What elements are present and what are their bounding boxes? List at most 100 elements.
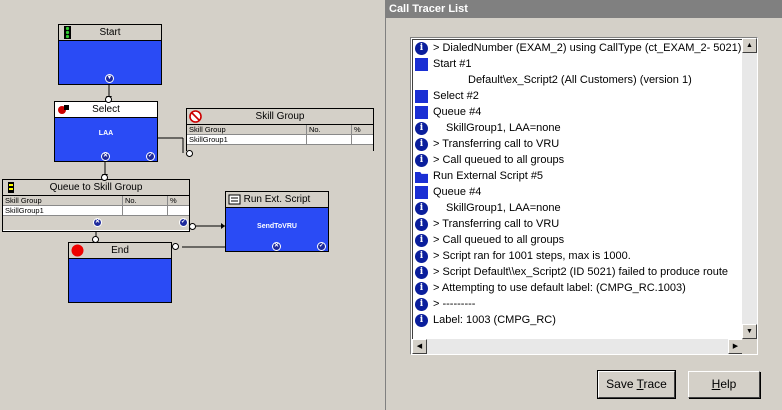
list-item[interactable]: i > DialedNumber (EXAM_2) using CallType … xyxy=(413,40,743,56)
list-item[interactable]: i > Transferring call to VRU xyxy=(413,216,743,232)
info-icon: i xyxy=(415,314,428,327)
connector-port[interactable] xyxy=(101,174,108,181)
stop-icon xyxy=(71,244,84,257)
list-item[interactable]: i > Attempting to use default label: (CMP… xyxy=(413,280,743,296)
skill-group-node[interactable]: Skill Group Skill Group No.% SkillGroup1 xyxy=(186,108,374,155)
end-node[interactable]: End xyxy=(68,242,172,303)
vertical-scrollbar[interactable]: ▲ ▼ xyxy=(742,38,757,339)
help-button[interactable]: Help xyxy=(688,371,760,398)
end-node-title: End xyxy=(111,245,129,256)
queue-to-skill-group-node[interactable]: Queue to Skill Group Skill Group No.% Ski… xyxy=(2,179,190,232)
col-percent: % xyxy=(170,196,177,205)
list-item-text: Label: 1003 (CMPG_RC) xyxy=(433,314,556,326)
list-item-text: > Script Default\\ex_Script2 (ID 5021) f… xyxy=(433,266,729,278)
list-item-text: SkillGroup1, LAA=none xyxy=(446,122,561,134)
list-item[interactable]: i > Script ran for 1001 steps, max is 100… xyxy=(413,248,743,264)
connector-port[interactable] xyxy=(189,223,196,230)
list-item-text: Start #1 xyxy=(433,58,472,70)
list-item[interactable]: i > --------- xyxy=(413,296,743,312)
scroll-corner xyxy=(742,339,757,354)
start-node-title: Start xyxy=(99,27,121,38)
script-canvas[interactable]: Start ▼ Select LAA ✕ ✓ Skill Group Skill… xyxy=(0,0,385,410)
info-icon: i xyxy=(415,42,428,55)
list-item[interactable]: Start #1 xyxy=(413,56,743,72)
scroll-down-button[interactable]: ▼ xyxy=(742,324,757,339)
list-item[interactable]: i > Script Default\\ex_Script2 (ID 5021) … xyxy=(413,264,743,280)
list-item[interactable]: Queue #4 xyxy=(413,104,743,120)
connector-port[interactable] xyxy=(105,96,112,103)
list-item[interactable]: Default\ex_Script2 (All Customers) (vers… xyxy=(413,72,743,88)
col-no: No. xyxy=(307,125,352,135)
table-row[interactable]: SkillGroup1 xyxy=(3,206,189,216)
horizontal-scrollbar[interactable]: ◀ ▶ xyxy=(412,339,743,354)
list-item-text: > Call queued to all groups xyxy=(433,234,565,246)
list-item[interactable]: Queue #4 xyxy=(413,184,743,200)
info-icon: i xyxy=(415,282,428,295)
list-item[interactable]: i > Transferring call to VRU xyxy=(413,136,743,152)
col-skill-group: Skill Group xyxy=(3,196,123,206)
select-node[interactable]: Select LAA ✕ ✓ xyxy=(54,101,158,162)
col-no: No. xyxy=(123,196,168,206)
run-ext-script-node[interactable]: Run Ext. Script SendToVRU ✕ ✓ xyxy=(225,191,329,252)
col-percent: % xyxy=(354,125,361,134)
node-square-icon xyxy=(415,58,428,71)
table-row[interactable]: SkillGroup1 xyxy=(187,135,373,145)
info-icon: i xyxy=(415,298,428,311)
start-node[interactable]: Start ▼ xyxy=(58,24,162,85)
list-item[interactable]: Select #2 xyxy=(413,88,743,104)
traffic-light-icon xyxy=(64,26,71,39)
info-icon: i xyxy=(415,266,428,279)
scroll-right-button[interactable]: ▶ xyxy=(728,339,743,354)
queue-icon xyxy=(8,182,14,193)
list-item[interactable]: Run External Script #5 xyxy=(413,168,743,184)
info-icon: i xyxy=(415,154,428,167)
list-item[interactable]: i > Call queued to all groups xyxy=(413,232,743,248)
select-failure-marker[interactable]: ✕ xyxy=(101,152,110,161)
node-square-icon xyxy=(415,90,428,103)
connector-port[interactable] xyxy=(186,150,193,157)
list-item-text: > Attempting to use default label: (CMPG… xyxy=(433,282,686,294)
info-icon: i xyxy=(415,250,428,263)
info-icon: i xyxy=(415,202,428,215)
run-script-success-marker[interactable]: ✓ xyxy=(317,242,326,251)
select-success-marker[interactable]: ✓ xyxy=(146,152,155,161)
queue-failure-marker[interactable]: ✕ xyxy=(93,218,102,227)
skill-group-title: Skill Group xyxy=(255,111,305,122)
connector-port[interactable] xyxy=(172,243,179,250)
list-item-text: > DialedNumber (EXAM_2) using CallType (… xyxy=(433,42,742,54)
save-trace-button[interactable]: Save Trace xyxy=(597,370,676,399)
connector-port[interactable] xyxy=(92,236,99,243)
no-entry-icon xyxy=(189,110,202,123)
list-item-text: > Call queued to all groups xyxy=(433,154,565,166)
list-item-text: Default\ex_Script2 (All Customers) (vers… xyxy=(468,74,692,86)
list-item-text: Run External Script #5 xyxy=(433,170,544,182)
select-node-label: LAA xyxy=(98,130,114,137)
list-item-text: > Transferring call to VRU xyxy=(433,138,560,150)
run-script-label: SendToVRU xyxy=(257,223,297,230)
node-square-icon xyxy=(415,186,428,199)
list-item-text: SkillGroup1, LAA=none xyxy=(446,202,561,214)
start-exit-marker[interactable]: ▼ xyxy=(105,74,114,83)
scroll-left-button[interactable]: ◀ xyxy=(412,339,427,354)
list-item[interactable]: i Label: 1003 (CMPG_RC) xyxy=(413,312,743,328)
node-square-icon xyxy=(415,106,428,119)
list-item[interactable]: i SkillGroup1, LAA=none xyxy=(413,120,743,136)
list-item-text: > Script ran for 1001 steps, max is 1000… xyxy=(433,250,631,262)
col-skill-group: Skill Group xyxy=(187,125,307,135)
list-item[interactable]: i > Call queued to all groups xyxy=(413,152,743,168)
select-node-title: Select xyxy=(92,104,120,115)
scroll-up-button[interactable]: ▲ xyxy=(742,38,757,53)
info-icon: i xyxy=(415,138,428,151)
list-item-text: Queue #4 xyxy=(433,106,482,118)
info-icon: i xyxy=(415,218,428,231)
help-label: Help xyxy=(711,377,737,391)
info-icon: i xyxy=(415,122,428,135)
call-tracer-panel: Call Tracer List i > DialedNumber (EXAM_2… xyxy=(386,0,782,410)
queue-success-marker[interactable]: ✓ xyxy=(179,218,188,227)
trace-list-items: i > DialedNumber (EXAM_2) using CallType … xyxy=(412,39,743,340)
trace-list[interactable]: i > DialedNumber (EXAM_2) using CallType … xyxy=(410,37,758,355)
list-item[interactable]: i SkillGroup1, LAA=none xyxy=(413,200,743,216)
skill-group-table: Skill Group No.% SkillGroup1 xyxy=(187,125,373,155)
call-tracer-title: Call Tracer List xyxy=(386,0,782,18)
run-script-failure-marker[interactable]: ✕ xyxy=(272,242,281,251)
